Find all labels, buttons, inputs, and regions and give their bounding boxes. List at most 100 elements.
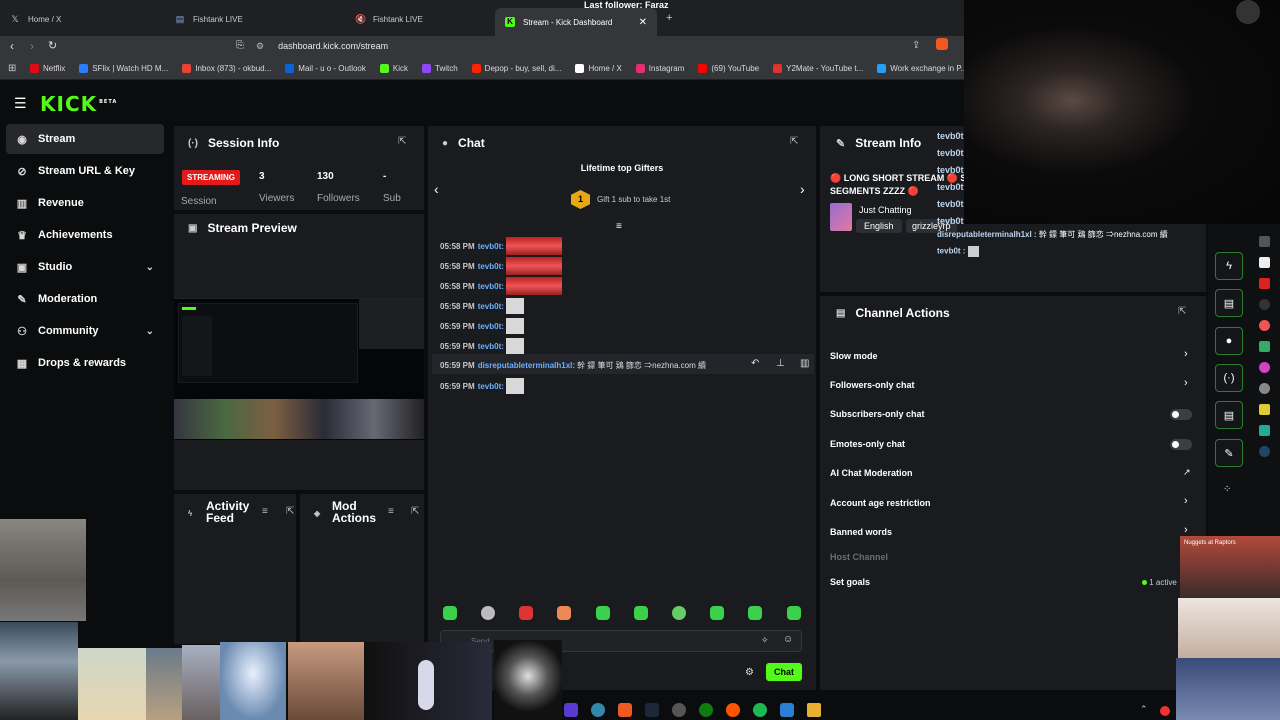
extension-icon[interactable]	[1259, 320, 1270, 331]
sidebar-item-stream[interactable]: ◉ Stream	[6, 124, 164, 154]
sidebar-item-achievements[interactable]: ♛ Achievements	[6, 220, 164, 250]
apps-grid-icon[interactable]: ⊞	[8, 63, 16, 74]
chat-message[interactable]: 05:59 PM tevb0t:	[440, 378, 524, 394]
ai-sparkle-icon[interactable]: ✧	[761, 635, 769, 646]
emotes-only-toggle[interactable]	[1170, 439, 1192, 450]
emotes-only-row[interactable]: Emotes-only chat	[830, 439, 905, 449]
quick-emote[interactable]	[519, 606, 533, 620]
popout-icon[interactable]: ⇱	[286, 506, 294, 517]
chevron-right-icon[interactable]: ›	[1184, 495, 1188, 507]
sidebar-item-moderation[interactable]: ✎ Moderation	[6, 284, 164, 314]
bookmark-item[interactable]: Home / X	[575, 64, 622, 73]
extension-icon[interactable]	[1259, 446, 1270, 457]
bookmark-item[interactable]: Work exchange in P...	[877, 64, 967, 73]
followers-only-row[interactable]: Followers-only chat	[830, 380, 915, 390]
chat-message[interactable]: 05:58 PM tevb0t:	[440, 237, 562, 255]
subscribers-only-toggle[interactable]	[1170, 409, 1192, 420]
xbox-icon[interactable]	[699, 703, 713, 717]
send-chat-button[interactable]: Chat	[766, 663, 802, 681]
extension-icon[interactable]	[1259, 425, 1270, 436]
slow-mode-row[interactable]: Slow mode	[830, 351, 878, 361]
settings-gear-icon[interactable]: ⚙	[745, 667, 754, 678]
chat-message[interactable]: 05:58 PM tevb0t:	[440, 257, 562, 275]
sidebar-item-stream-url-key[interactable]: ⊘ Stream URL & Key	[6, 156, 164, 186]
bookmark-item[interactable]: Inbox (873) - okbud...	[182, 64, 271, 73]
forward-icon[interactable]: ›	[30, 39, 34, 53]
folder-icon[interactable]	[807, 703, 821, 717]
back-icon[interactable]: ‹	[10, 39, 14, 53]
chevron-right-icon[interactable]: ›	[1184, 348, 1188, 360]
reply-icon[interactable]: ↶	[751, 358, 759, 369]
chevron-right-icon[interactable]: ›	[800, 181, 805, 197]
browser-tab[interactable]: ▤ Fishtank LIVE	[165, 8, 330, 30]
chevron-left-icon[interactable]: ‹	[434, 181, 439, 197]
bookmark-item[interactable]: Y2Mate - YouTube t...	[773, 64, 863, 73]
brave-shield-icon[interactable]	[936, 38, 948, 50]
bookmark-item[interactable]: Netflix	[30, 64, 65, 73]
bookmark-item[interactable]: SFlix | Watch HD M...	[79, 64, 168, 73]
taskbar-app-icon[interactable]	[564, 703, 578, 717]
quick-emote[interactable]	[748, 606, 762, 620]
spotify-icon[interactable]	[753, 703, 767, 717]
extension-icon[interactable]	[1259, 257, 1270, 268]
tray-icon[interactable]	[1160, 706, 1170, 716]
external-link-icon[interactable]: ↗	[1183, 467, 1191, 478]
browser-tab-active[interactable]: K Stream - Kick Dashboard ✕	[495, 8, 657, 36]
extension-icon[interactable]	[1259, 299, 1270, 310]
browser-tab[interactable]: 🔇 Fishtank LIVE	[345, 8, 495, 30]
chat-message[interactable]: 05:59 PM tevb0t:	[440, 318, 524, 334]
subscribers-only-row[interactable]: Subscribers-only chat	[830, 409, 925, 419]
filter-icon[interactable]: ≡	[388, 506, 394, 517]
popout-icon[interactable]: ⇱	[411, 506, 419, 517]
host-channel-row[interactable]: Host Channel	[830, 552, 888, 562]
bookmark-item[interactable]: Mail - u o - Outlook	[285, 64, 366, 73]
sidebar-item-community[interactable]: ⚇ Community ⌄	[6, 316, 164, 346]
chat-message[interactable]: 05:58 PM tevb0t:	[440, 298, 524, 314]
quick-emote[interactable]	[672, 606, 686, 620]
popout-icon[interactable]: ⇱	[398, 136, 406, 147]
new-tab-button[interactable]: +	[666, 12, 672, 24]
sidebar-item-drops-rewards[interactable]: ▦ Drops & rewards	[6, 348, 164, 378]
address-bar[interactable]: ⚙ dashboard.kick.com/stream	[256, 37, 976, 55]
extension-icon[interactable]	[1259, 404, 1270, 415]
banned-words-row[interactable]: Banned words	[830, 527, 892, 537]
quick-emote[interactable]	[443, 606, 457, 620]
clipboard-icon[interactable]: ▤	[1215, 289, 1243, 317]
sidebar-item-studio[interactable]: ▣ Studio ⌄	[6, 252, 164, 282]
quick-emote[interactable]	[787, 606, 801, 620]
quick-emote[interactable]	[481, 606, 495, 620]
browser-tab[interactable]: 𝕏 Home / X	[0, 8, 165, 30]
close-tab-icon[interactable]: ✕	[639, 17, 647, 28]
extension-icon[interactable]	[1259, 236, 1270, 247]
kick-logo[interactable]: KICK BETA	[40, 92, 117, 116]
soundcloud-icon[interactable]	[726, 703, 740, 717]
popout-icon[interactable]: ⇱	[1178, 306, 1186, 317]
taskbar-app-icon[interactable]	[780, 703, 794, 717]
chevron-right-icon[interactable]: ›	[1184, 377, 1188, 389]
sidebar-item-revenue[interactable]: ▥ Revenue	[6, 188, 164, 218]
bookmark-icon[interactable]: ⎘	[236, 40, 244, 51]
list-icon[interactable]: ▤	[1215, 401, 1243, 429]
extension-icon[interactable]	[1259, 278, 1270, 289]
stream-preview-video[interactable]	[174, 298, 424, 440]
more-icon[interactable]: ⁘	[1223, 484, 1231, 495]
pinned-toggle-icon[interactable]: ≡	[616, 221, 622, 232]
quick-emote[interactable]	[710, 606, 724, 620]
chat-message[interactable]: 05:59 PM disreputableterminalh1xl: 幹 鏢 筆…	[440, 357, 706, 373]
ai-moderation-row[interactable]: AI Chat Moderation	[830, 468, 913, 478]
account-age-row[interactable]: Account age restriction	[830, 498, 931, 508]
filter-icon[interactable]: ≡	[262, 506, 268, 517]
brave-icon[interactable]	[618, 703, 632, 717]
broadcast-icon[interactable]: (·)	[1215, 364, 1243, 392]
category-name[interactable]: Just Chatting	[859, 205, 912, 215]
wrench-icon[interactable]: ✎	[1215, 439, 1243, 467]
popout-icon[interactable]: ⇱	[790, 136, 798, 147]
lightning-icon[interactable]: ϟ	[1215, 252, 1243, 280]
site-info-icon[interactable]: ⚙	[256, 41, 264, 52]
share-icon[interactable]: ⇪	[912, 40, 920, 51]
extension-icon[interactable]	[1259, 362, 1270, 373]
bookmark-item[interactable]: Depop - buy, sell, di...	[471, 64, 561, 73]
delete-icon[interactable]: ▥	[800, 358, 809, 369]
bookmark-item[interactable]: Kick	[379, 64, 408, 73]
pin-icon[interactable]: ⊥	[776, 358, 785, 369]
